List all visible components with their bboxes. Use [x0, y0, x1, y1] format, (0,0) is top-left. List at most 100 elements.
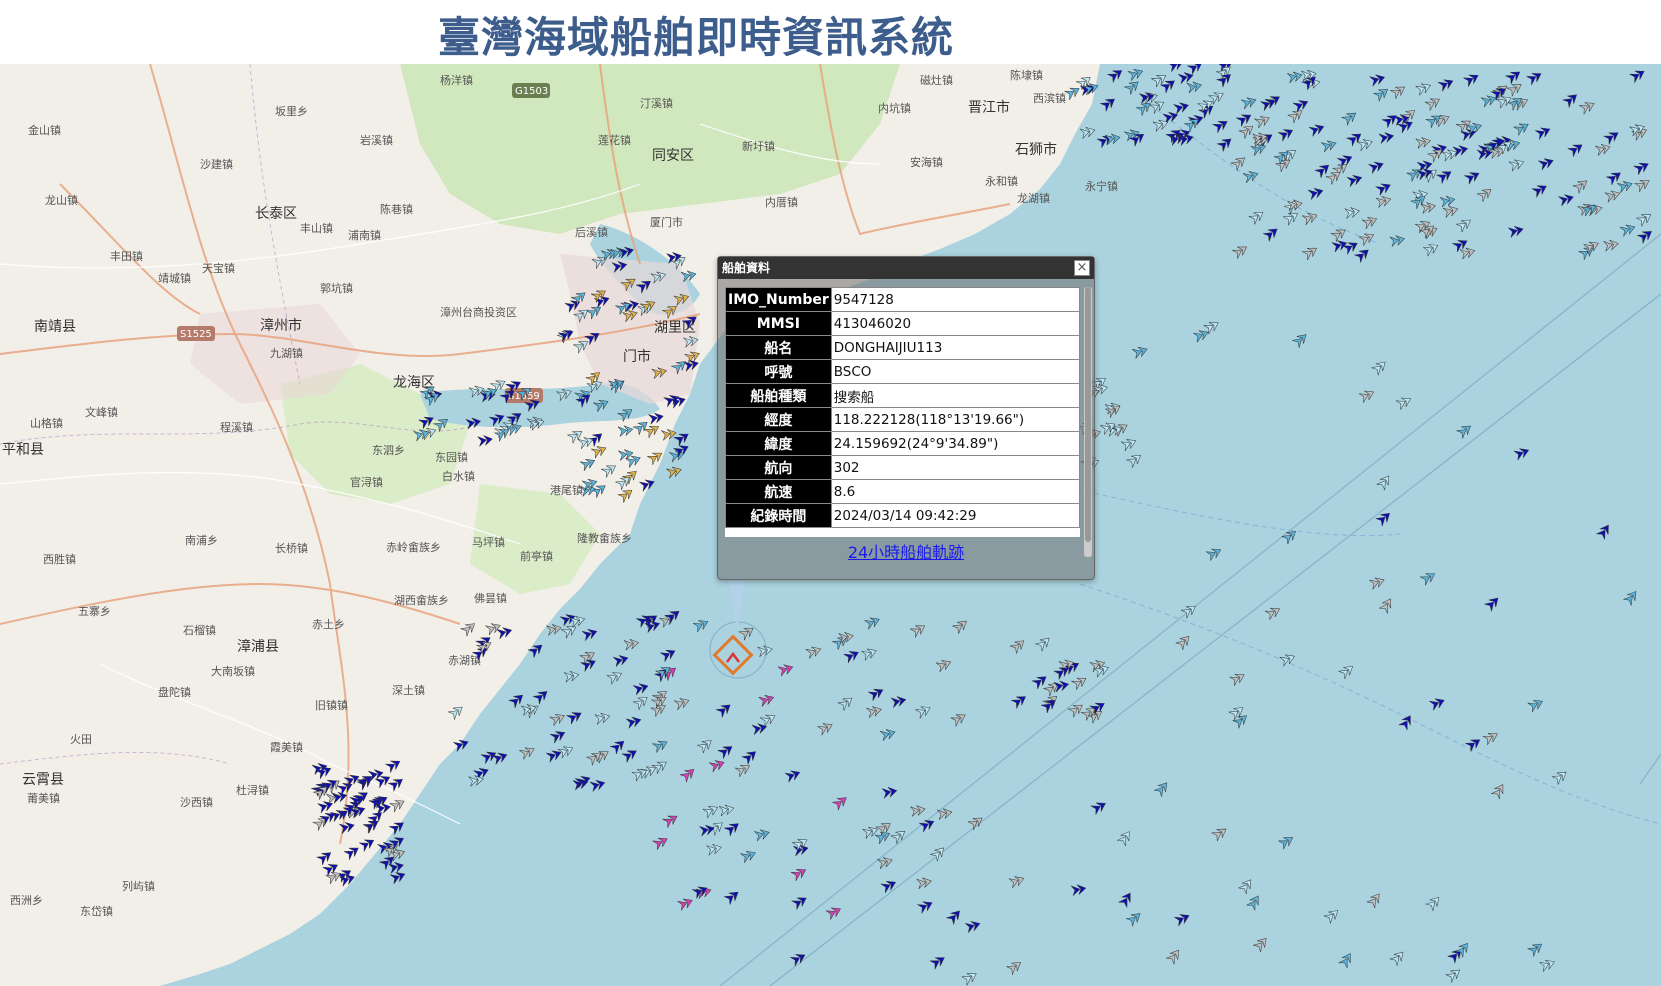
ship-marker[interactable]	[1378, 131, 1395, 144]
ship-marker[interactable]	[1508, 157, 1526, 172]
ship-marker[interactable]	[1216, 71, 1234, 88]
ship-marker[interactable]	[623, 638, 640, 651]
ship-marker[interactable]	[549, 711, 567, 727]
ship-marker[interactable]	[1636, 210, 1653, 227]
ship-marker[interactable]	[702, 803, 720, 819]
ship-marker[interactable]	[734, 761, 752, 777]
ship-marker[interactable]	[1456, 422, 1474, 439]
ship-marker[interactable]	[1070, 883, 1087, 896]
ship-marker[interactable]	[1193, 328, 1210, 343]
ship-marker[interactable]	[760, 711, 777, 727]
ship-marker[interactable]	[1008, 874, 1026, 889]
ship-marker[interactable]	[937, 807, 953, 820]
ship-marker[interactable]	[718, 803, 735, 817]
ship-marker[interactable]	[1633, 159, 1651, 175]
ship-marker[interactable]	[880, 878, 898, 893]
ship-marker[interactable]	[843, 648, 861, 664]
ship-marker[interactable]	[692, 617, 710, 633]
ship-marker[interactable]	[1420, 201, 1437, 214]
ship-marker[interactable]	[652, 834, 670, 850]
ship-marker[interactable]	[1379, 596, 1395, 614]
ship-marker[interactable]	[832, 794, 849, 811]
ship-marker[interactable]	[1437, 76, 1455, 92]
ship-marker[interactable]	[1203, 318, 1221, 335]
ship-marker[interactable]	[673, 430, 691, 446]
ship-marker[interactable]	[1175, 633, 1193, 650]
ship-marker[interactable]	[1331, 238, 1348, 253]
ship-marker[interactable]	[784, 768, 802, 783]
ship-marker[interactable]	[1491, 782, 1507, 800]
ship-marker[interactable]	[655, 663, 673, 680]
ship-marker[interactable]	[660, 646, 677, 662]
ship-marker[interactable]	[1264, 604, 1282, 620]
ship-marker[interactable]	[1371, 358, 1389, 376]
ship-marker[interactable]	[1301, 210, 1319, 226]
ship-marker[interactable]	[1445, 966, 1463, 983]
ship-marker[interactable]	[1508, 224, 1524, 238]
ship-marker[interactable]	[1369, 72, 1386, 87]
ship-marker[interactable]	[754, 827, 770, 842]
ship-marker[interactable]	[838, 631, 855, 644]
ship-marker[interactable]	[468, 774, 485, 787]
ship-marker[interactable]	[715, 701, 733, 718]
ship-marker[interactable]	[1436, 167, 1454, 184]
ship-marker[interactable]	[589, 778, 606, 792]
ship-marker[interactable]	[1629, 67, 1647, 83]
ship-marker[interactable]	[1358, 230, 1376, 246]
ship-marker[interactable]	[612, 653, 629, 667]
ship-marker[interactable]	[1366, 891, 1383, 909]
ship-marker[interactable]	[652, 737, 669, 753]
ship-marker[interactable]	[1505, 68, 1522, 85]
ship-marker[interactable]	[580, 657, 598, 672]
ship-marker[interactable]	[740, 848, 758, 863]
ship-marker[interactable]	[1292, 331, 1309, 348]
ship-marker[interactable]	[1454, 940, 1472, 958]
ship-marker[interactable]	[546, 623, 562, 636]
ship-marker[interactable]	[1357, 137, 1374, 152]
ship-marker[interactable]	[491, 750, 509, 765]
ship-marker[interactable]	[950, 711, 968, 727]
ship-marker[interactable]	[1439, 194, 1456, 208]
ship-marker[interactable]	[1236, 111, 1253, 127]
ship-marker[interactable]	[1205, 545, 1223, 561]
ship-marker[interactable]	[1229, 670, 1247, 686]
close-icon[interactable]: ×	[1074, 260, 1090, 276]
ship-marker[interactable]	[1240, 95, 1257, 110]
ship-marker[interactable]	[1619, 222, 1637, 237]
ship-marker[interactable]	[532, 688, 550, 705]
ship-marker[interactable]	[1153, 779, 1171, 797]
ship-marker[interactable]	[1279, 652, 1297, 667]
ship-marker[interactable]	[1342, 239, 1360, 255]
ship-marker[interactable]	[1346, 173, 1363, 187]
ship-marker[interactable]	[1035, 634, 1052, 652]
ship-marker[interactable]	[519, 744, 536, 760]
ship-marker[interactable]	[1398, 713, 1415, 731]
ship-marker[interactable]	[1579, 99, 1596, 115]
ship-marker[interactable]	[1526, 69, 1543, 86]
ship-marker[interactable]	[877, 855, 893, 869]
ship-marker[interactable]	[881, 786, 898, 799]
ship-marker[interactable]	[1250, 141, 1268, 156]
ship-marker[interactable]	[633, 681, 649, 696]
ship-marker[interactable]	[1361, 214, 1379, 230]
ship-marker[interactable]	[1031, 673, 1049, 690]
ship-marker[interactable]	[793, 843, 809, 857]
ship-marker[interactable]	[1534, 125, 1552, 140]
ship-marker[interactable]	[1090, 799, 1108, 815]
ship-marker[interactable]	[673, 696, 691, 711]
ship-marker[interactable]	[1415, 136, 1432, 149]
ship-marker[interactable]	[677, 896, 694, 911]
ship-marker[interactable]	[1135, 99, 1153, 116]
ship-marker[interactable]	[709, 758, 726, 773]
ship-marker[interactable]	[1482, 729, 1500, 746]
ship-marker[interactable]	[632, 693, 650, 710]
ship-marker[interactable]	[1287, 107, 1305, 124]
ship-marker[interactable]	[880, 727, 896, 741]
ship-marker[interactable]	[662, 812, 680, 828]
ship-marker[interactable]	[1623, 588, 1639, 606]
ship-marker[interactable]	[1562, 91, 1580, 108]
ship-marker[interactable]	[1211, 825, 1229, 842]
ship-marker[interactable]	[1246, 893, 1263, 911]
ship-marker[interactable]	[1278, 833, 1295, 850]
ship-marker[interactable]	[581, 627, 599, 641]
